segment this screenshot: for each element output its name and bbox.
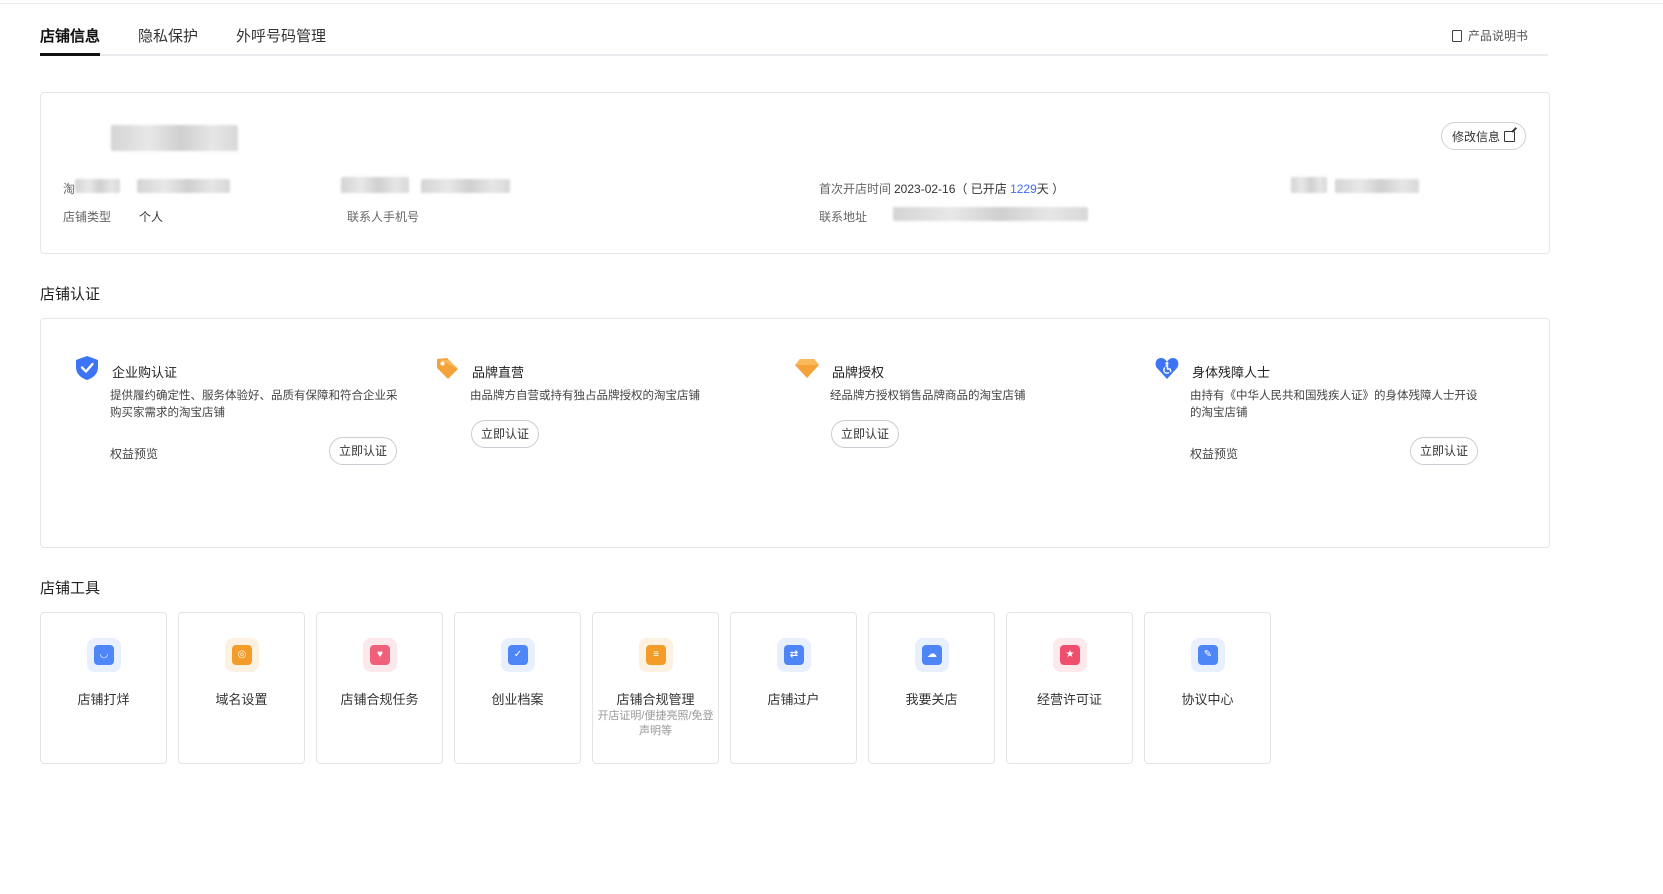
icon-glyph: ◎ bbox=[237, 649, 247, 660]
cert-desc: 提供履约确定性、服务体验好、品质有保障和符合企业采购买家需求的淘宝店铺 bbox=[110, 390, 398, 419]
cert-desc: 由持有《中华人民共和国残疾人证》的身体残障人士开设的淘宝店铺 bbox=[1190, 390, 1478, 419]
tab-shop-info[interactable]: 店铺信息 bbox=[40, 25, 100, 46]
external-link-icon bbox=[1504, 130, 1515, 142]
icon-glyph: ⇄ bbox=[789, 649, 799, 660]
tool-label: 创业档案 bbox=[491, 692, 544, 707]
tab-outbound-numbers[interactable]: 外呼号码管理 bbox=[236, 25, 326, 46]
shop-close-icon: ◡ bbox=[87, 638, 121, 672]
icon-glyph: ✓ bbox=[513, 649, 523, 660]
redacted-label bbox=[75, 179, 120, 193]
tool-domain-tile[interactable]: ◎ 域名设置 bbox=[178, 612, 305, 764]
tool-license-tile[interactable]: ★ 经营许可证 bbox=[1006, 612, 1133, 764]
redacted-label bbox=[1291, 177, 1327, 193]
cert-title: 企业购认证 bbox=[112, 365, 178, 380]
tool-agreement-tile[interactable]: ✎ 协议中心 bbox=[1144, 612, 1271, 764]
tools-section-title: 店铺工具 bbox=[40, 580, 101, 597]
active-tab-indicator bbox=[40, 53, 100, 56]
tool-shop-close-tile[interactable]: ◡ 店铺打烊 bbox=[40, 612, 167, 764]
agreement-icon: ✎ bbox=[1191, 638, 1225, 672]
open-prefix: （ 已开店 bbox=[955, 182, 1011, 196]
cert-desc: 由品牌方自营或持有独占品牌授权的淘宝店铺 bbox=[470, 390, 700, 402]
cert-section-title: 店铺认证 bbox=[40, 286, 101, 303]
cert-card: 企业购认证 提供履约确定性、服务体验好、品质有保障和符合企业采购买家需求的淘宝店… bbox=[40, 318, 1550, 548]
tag-icon bbox=[437, 358, 458, 379]
shop-label-partial: 淘 bbox=[63, 182, 76, 196]
first-open-value: 2023-02-16（ 已开店 1229天 ） bbox=[894, 180, 1064, 197]
address-label: 联系地址 bbox=[819, 210, 868, 224]
tool-label: 店铺合规管理 bbox=[616, 692, 695, 707]
redacted-value bbox=[421, 179, 510, 193]
shield-check-icon bbox=[76, 356, 98, 380]
tool-label: 店铺打烊 bbox=[77, 692, 130, 707]
certify-now-button[interactable]: 立即认证 bbox=[831, 420, 900, 448]
tool-document-tile[interactable]: ≡ 店铺合规管理开店证明/便捷亮照/免登声明等 bbox=[592, 612, 719, 764]
icon-glyph: ✎ bbox=[1203, 649, 1213, 660]
first-open-date: 2023-02-16 bbox=[894, 182, 956, 196]
icon-glyph: ★ bbox=[1065, 649, 1075, 660]
archive-icon: ✓ bbox=[501, 638, 535, 672]
shop-info-card: 淘 首次开店时间 2023-02-16（ 已开店 1229天 ） 店铺类型 个人… bbox=[40, 92, 1550, 254]
shop-type-label: 店铺类型 bbox=[63, 210, 112, 224]
tool-label: 店铺合规任务 bbox=[340, 692, 419, 707]
book-icon bbox=[1451, 29, 1462, 42]
benefits-preview-link[interactable]: 权益预览 bbox=[1190, 445, 1238, 462]
domain-icon: ◎ bbox=[225, 638, 259, 672]
cert-title: 品牌授权 bbox=[832, 365, 885, 380]
cert-title: 身体残障人士 bbox=[1192, 365, 1271, 380]
diamond-icon bbox=[795, 359, 819, 378]
tool-label: 域名设置 bbox=[215, 692, 268, 707]
edit-info-button[interactable]: 修改信息 bbox=[1440, 122, 1526, 150]
tool-archive-tile[interactable]: ✓ 创业档案 bbox=[454, 612, 581, 764]
close-shop-icon: ☁ bbox=[915, 638, 949, 672]
edit-info-label: 修改信息 bbox=[1451, 129, 1500, 144]
document-icon: ≡ bbox=[639, 638, 673, 672]
tool-label: 店铺过户 bbox=[767, 692, 820, 707]
tool-subtitle: 开店证明/便捷亮照/免登声明等 bbox=[597, 710, 714, 737]
tool-label: 我要关店 bbox=[905, 692, 958, 707]
shop-type-value: 个人 bbox=[139, 210, 164, 224]
redacted-value bbox=[137, 179, 230, 193]
certify-now-button[interactable]: 立即认证 bbox=[329, 437, 398, 465]
icon-glyph: ♥ bbox=[377, 649, 383, 660]
transfer-icon: ⇄ bbox=[777, 638, 811, 672]
icon-glyph: ≡ bbox=[653, 649, 659, 660]
tool-label: 协议中心 bbox=[1181, 692, 1234, 707]
product-manual-link[interactable]: 产品说明书 bbox=[1451, 27, 1528, 44]
certify-now-button[interactable]: 立即认证 bbox=[471, 420, 540, 448]
tool-close-shop-tile[interactable]: ☁ 我要关店 bbox=[868, 612, 995, 764]
compliance-shield-icon: ♥ bbox=[363, 638, 397, 672]
product-manual-label: 产品说明书 bbox=[1467, 29, 1528, 43]
redacted-label bbox=[341, 177, 409, 193]
certify-now-button[interactable]: 立即认证 bbox=[1410, 437, 1479, 465]
top-divider bbox=[0, 3, 1663, 4]
tab-bar: 店铺信息 隐私保护 外呼号码管理 产品说明书 bbox=[40, 20, 1548, 56]
icon-glyph: ◡ bbox=[100, 649, 108, 660]
shop-name-redacted bbox=[111, 125, 238, 151]
cert-desc: 经品牌方授权销售品牌商品的淘宝店铺 bbox=[830, 390, 1026, 402]
tab-privacy[interactable]: 隐私保护 bbox=[138, 25, 198, 46]
contact-phone-label: 联系人手机号 bbox=[347, 210, 420, 224]
benefits-preview-link[interactable]: 权益预览 bbox=[110, 445, 158, 462]
cert-title: 品牌直营 bbox=[472, 365, 525, 380]
first-open-label: 首次开店时间 bbox=[819, 182, 892, 196]
tool-compliance-shield-tile[interactable]: ♥ 店铺合规任务 bbox=[316, 612, 443, 764]
open-suffix: 天 ） bbox=[1036, 182, 1065, 196]
address-redacted bbox=[893, 207, 1088, 221]
tool-label: 经营许可证 bbox=[1036, 692, 1102, 707]
heart-accessibility-icon bbox=[1155, 358, 1179, 379]
icon-glyph: ☁ bbox=[927, 649, 937, 660]
license-icon: ★ bbox=[1053, 638, 1087, 672]
tool-transfer-tile[interactable]: ⇄ 店铺过户 bbox=[730, 612, 857, 764]
redacted-value bbox=[1335, 179, 1419, 193]
open-days: 1229 bbox=[1010, 182, 1037, 196]
